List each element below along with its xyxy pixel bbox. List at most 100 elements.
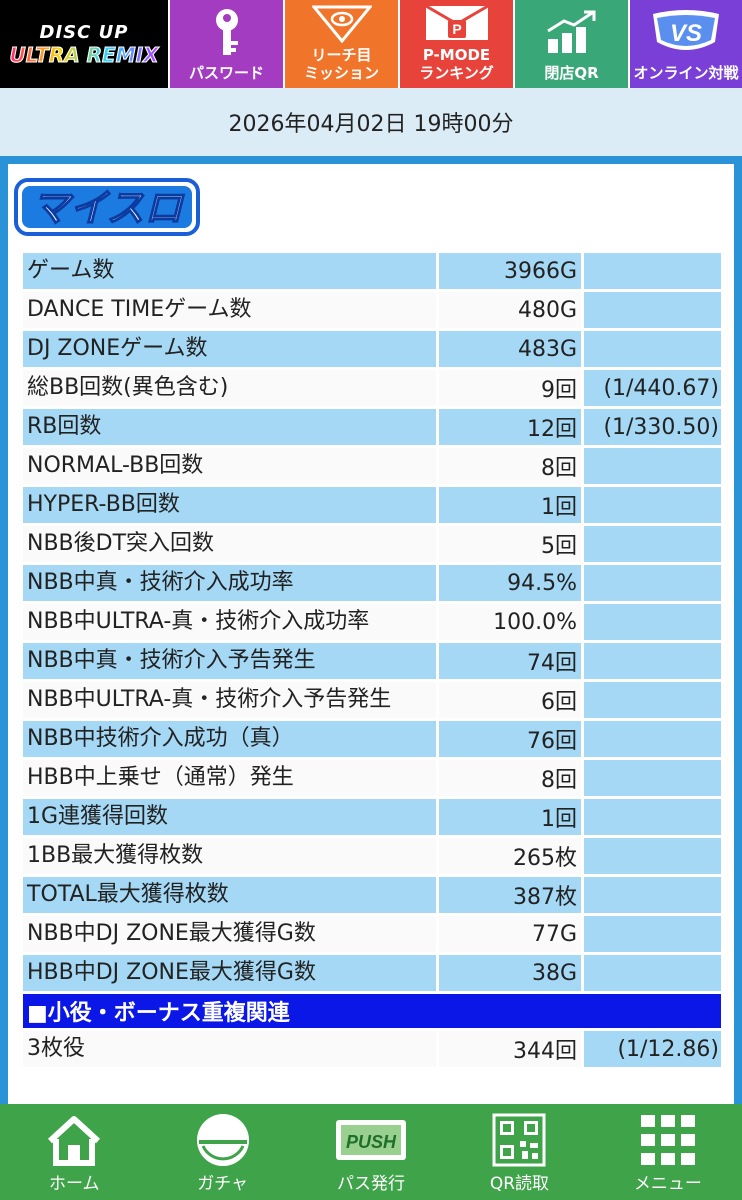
stat-ratio [584,877,721,913]
logo-line2: ULTRA REMIX [9,42,159,67]
stat-value: 38G [439,955,581,991]
stats-row: ゲーム数 3966G [23,253,721,289]
nav-closing-qr-button[interactable]: 閉店QR [513,0,628,88]
logo-line1: DISC UP [39,21,129,43]
tab-menu[interactable]: メニュー [594,1104,742,1200]
stat-label: DANCE TIMEゲーム数 [23,292,436,328]
stat-ratio [584,487,721,523]
stat-label: 1BB最大獲得枚数 [23,838,436,874]
timestamp: 2026年04月02日 19時00分 [228,112,514,137]
stat-value: 74回 [439,643,581,679]
stats-row: NORMAL-BB回数 8回 [23,448,721,484]
stat-ratio [584,565,721,601]
stats-row: 3枚役 344回 (1/12.86) [23,1031,721,1067]
game-logo[interactable]: DISC UP ULTRA REMIX [0,0,168,88]
stat-ratio [584,292,721,328]
nav-label-pmode: P-MODE ランキング [419,46,494,82]
section-header: ■小役・ボーナス重複関連 [23,994,721,1028]
nav-label-reach-mission: リーチ目 ミッション [303,46,379,82]
stat-ratio [584,955,721,991]
stat-value: 8回 [439,448,581,484]
stat-label: TOTAL最大獲得枚数 [23,877,436,913]
stats-row: NBB中DJ ZONE最大獲得G数 77G [23,916,721,952]
stat-value: 387枚 [439,877,581,913]
vs-shield-icon: VS [647,0,725,64]
stat-ratio [584,916,721,952]
stats-row: 1G連獲得回数 1回 [23,799,721,835]
stat-ratio: (1/330.50) [584,409,721,445]
stat-value: 265枚 [439,838,581,874]
stat-ratio [584,721,721,757]
stats-row: 1BB最大獲得枚数 265枚 [23,838,721,874]
stat-value: 9回 [439,370,581,406]
stats-row: NBB中ULTRA-真・技術介入予告発生 6回 [23,682,721,718]
stats-row: HYPER-BB回数 1回 [23,487,721,523]
tab-qr-read-label: QR読取 [489,1174,550,1194]
stat-label: ゲーム数 [23,253,436,289]
svg-text:PUSH: PUSH [346,1132,397,1152]
menu-grid-icon [639,1104,697,1169]
stat-value: 77G [439,916,581,952]
stats-row: NBB後DT突入回数 5回 [23,526,721,562]
stat-label: NORMAL-BB回数 [23,448,436,484]
qr-code-icon [492,1104,546,1169]
stat-value: 76回 [439,721,581,757]
myslo-logo: マイスロ [14,178,200,236]
stat-value: 94.5% [439,565,581,601]
stat-value: 3966G [439,253,581,289]
stat-ratio [584,253,721,289]
pmode-icon: P [422,0,492,46]
stat-ratio [584,760,721,796]
stats-row: DJ ZONEゲーム数 483G [23,331,721,367]
stat-label: NBB中技術介入成功（真） [23,721,436,757]
data-panel: マイスロ ゲーム数 3966G DANCE TIMEゲーム数 480G DJ ZONEゲ… [8,164,734,1114]
nav-label-closing-qr: 閉店QR [544,64,599,82]
tab-qr-read[interactable]: QR読取 [445,1104,593,1200]
nav-online-battle-button[interactable]: VS オンライン対戦 [628,0,742,88]
stat-label: HBB中DJ ZONE最大獲得G数 [23,955,436,991]
nav-label-online-battle: オンライン対戦 [633,64,739,82]
stat-ratio [584,799,721,835]
nav-pmode-ranking-button[interactable]: P P-MODE ランキング [398,0,513,88]
stat-label: 総BB回数(異色含む) [23,370,436,406]
stats-row: HBB中DJ ZONE最大獲得G数 38G [23,955,721,991]
content-frame: マイスロ ゲーム数 3966G DANCE TIMEゲーム数 480G DJ ZONEゲ… [0,156,742,1114]
stat-value: 1回 [439,487,581,523]
stat-value: 100.0% [439,604,581,640]
tab-home[interactable]: ホーム [0,1104,148,1200]
chart-up-icon [544,0,600,64]
stat-ratio [584,682,721,718]
nav-label-password: パスワード [188,64,264,82]
stat-label: HYPER-BB回数 [23,487,436,523]
tab-home-label: ホーム [48,1174,100,1194]
bottom-tab-bar: ホーム ガチャ PUSH パス発行 QR読取 メニュー [0,1104,742,1200]
nav-reach-mission-button[interactable]: リーチ目 ミッション [283,0,398,88]
stats-row: RB回数 12回 (1/330.50) [23,409,721,445]
stats-row: DANCE TIMEゲーム数 480G [23,292,721,328]
mission-badge-icon [311,0,372,46]
tab-menu-label: メニュー [633,1174,702,1194]
stat-label: NBB中DJ ZONE最大獲得G数 [23,916,436,952]
tab-pass-issue[interactable]: PUSH パス発行 [297,1104,445,1200]
stat-label: RB回数 [23,409,436,445]
stat-label: 1G連獲得回数 [23,799,436,835]
stats-row: HBB中上乗せ（通常）発生 8回 [23,760,721,796]
stat-value: 344回 [439,1031,581,1067]
tab-gacha[interactable]: ガチャ [148,1104,296,1200]
stat-ratio [584,838,721,874]
stats-row: NBB中ULTRA-真・技術介入成功率 100.0% [23,604,721,640]
home-icon [44,1104,104,1169]
stat-label: NBB中真・技術介入成功率 [23,565,436,601]
top-nav: DISC UP ULTRA REMIX パスワード リーチ目 ミッション P P… [0,0,742,88]
stat-ratio: (1/440.67) [584,370,721,406]
stat-label: NBB後DT突入回数 [23,526,436,562]
stat-label: DJ ZONEゲーム数 [23,331,436,367]
stat-label: NBB中ULTRA-真・技術介入成功率 [23,604,436,640]
stat-value: 12回 [439,409,581,445]
stat-value: 6回 [439,682,581,718]
nav-password-button[interactable]: パスワード [168,0,283,88]
tab-gacha-label: ガチャ [197,1174,249,1194]
stats-table: ゲーム数 3966G DANCE TIMEゲーム数 480G DJ ZONEゲーム数 48… [20,250,724,1070]
stat-value: 483G [439,331,581,367]
gacha-icon [193,1104,253,1169]
